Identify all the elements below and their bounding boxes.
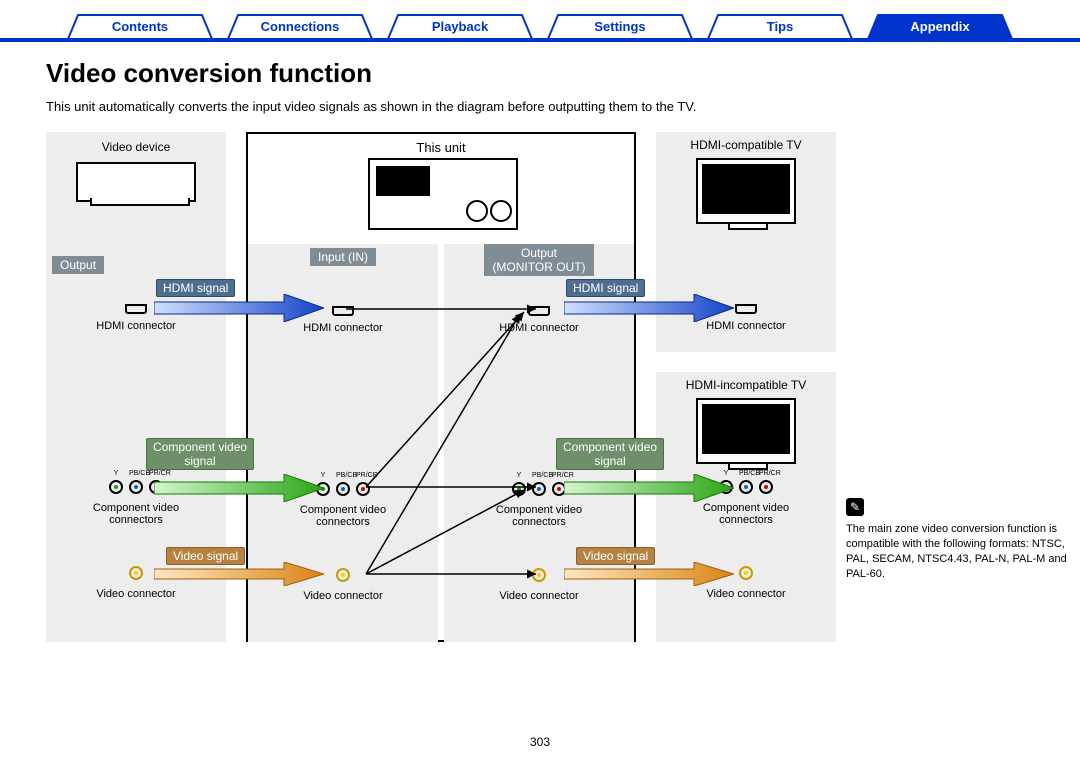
diagram: Video device Output HDMI connector Y PB/…: [46, 132, 1034, 652]
hdmi-signal-badge: HDMI signal: [566, 279, 645, 297]
video-signal-badge: Video signal: [576, 547, 655, 565]
hdmi-port-icon: [735, 304, 757, 314]
pencil-icon: ✎: [846, 498, 864, 516]
arrow-video-out: [154, 562, 324, 586]
page-number: 303: [0, 735, 1080, 749]
note-box: ✎ The main zone video conversion functio…: [846, 498, 1076, 581]
nav-tabs: Contents Connections Playback Settings T…: [0, 0, 1080, 40]
video-device-label: Video device: [46, 140, 226, 154]
arrow-hdmi-out: [564, 294, 734, 322]
intro-text: This unit automatically converts the inp…: [46, 99, 1034, 114]
hdmi-port-icon: [125, 304, 147, 314]
hdmi-tv-label: HDMI-compatible TV: [656, 138, 836, 152]
output-pill: Output: [52, 256, 104, 274]
tab-settings[interactable]: Settings: [540, 14, 700, 40]
tab-appendix[interactable]: Appendix: [860, 14, 1020, 40]
arrow-component-out: [564, 474, 734, 502]
arrow-video-out: [564, 562, 734, 586]
video-device-icon: [76, 162, 196, 202]
component-signal-badge: Component video signal: [146, 438, 254, 470]
non-hdmi-tv-label: HDMI-incompatible TV: [656, 378, 836, 392]
component-signal-badge: Component video signal: [556, 438, 664, 470]
page-title: Video conversion function: [46, 58, 1034, 89]
arrow-component-out: [154, 474, 324, 502]
tab-connections[interactable]: Connections: [220, 14, 380, 40]
this-unit-label: This unit: [248, 140, 634, 155]
tab-contents[interactable]: Contents: [60, 14, 220, 40]
output-monitor-pill: Output (MONITOR OUT): [484, 244, 593, 276]
video-connector-label: Video connector: [46, 588, 226, 600]
tab-tips[interactable]: Tips: [700, 14, 860, 40]
component-connector-label: Component video connectors: [46, 502, 226, 526]
composite-port-icon: [739, 566, 753, 580]
note-text: The main zone video conversion function …: [846, 522, 1076, 581]
arrow-hdmi-out: [154, 294, 324, 322]
conversion-arrows: [346, 302, 536, 592]
col-non-hdmi-tv: HDMI-incompatible TV Y PB/CB PR/CR Compo…: [656, 372, 836, 642]
tv-icon: [696, 398, 796, 464]
input-pill: Input (IN): [310, 248, 376, 266]
composite-port-icon: [129, 566, 143, 580]
receiver-icon: [368, 158, 518, 230]
tv-icon: [696, 158, 796, 224]
tab-playback[interactable]: Playback: [380, 14, 540, 40]
video-signal-badge: Video signal: [166, 547, 245, 565]
hdmi-signal-badge: HDMI signal: [156, 279, 235, 297]
